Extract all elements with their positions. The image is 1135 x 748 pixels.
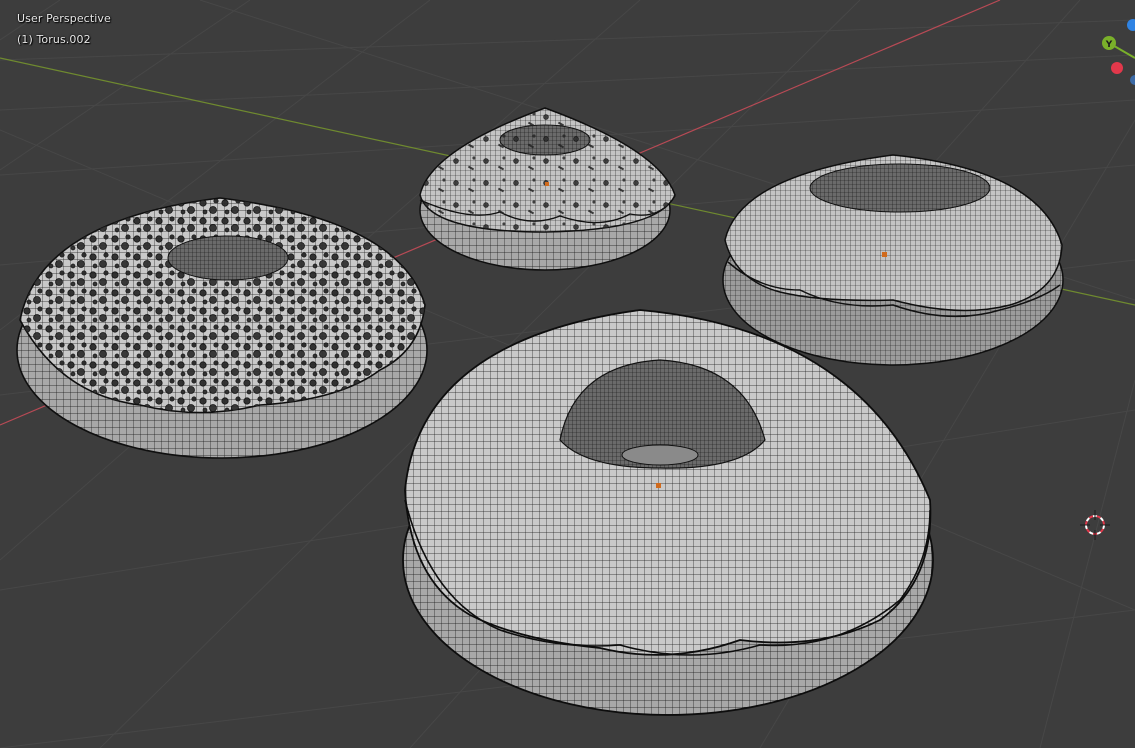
y-axis-label: Y <box>1105 40 1113 50</box>
donut-back-left[interactable] <box>16 197 428 459</box>
neg-z-axis-handle[interactable] <box>1130 75 1135 85</box>
view-name-label: User Perspective <box>17 12 111 25</box>
donut-back-center[interactable] <box>419 107 676 271</box>
z-axis-handle[interactable] <box>1127 19 1135 31</box>
donut-right[interactable] <box>722 154 1064 366</box>
x-axis-handle[interactable] <box>1111 62 1123 74</box>
3d-cursor-icon <box>1080 510 1110 540</box>
active-object-label: (1) Torus.002 <box>17 33 91 46</box>
viewport-scene[interactable] <box>0 0 1135 748</box>
donut-front-large[interactable] <box>402 309 934 716</box>
navigation-gizmo-icon[interactable]: Y <box>1090 10 1135 90</box>
3d-viewport[interactable]: User Perspective (1) Torus.002 Y <box>0 0 1135 748</box>
